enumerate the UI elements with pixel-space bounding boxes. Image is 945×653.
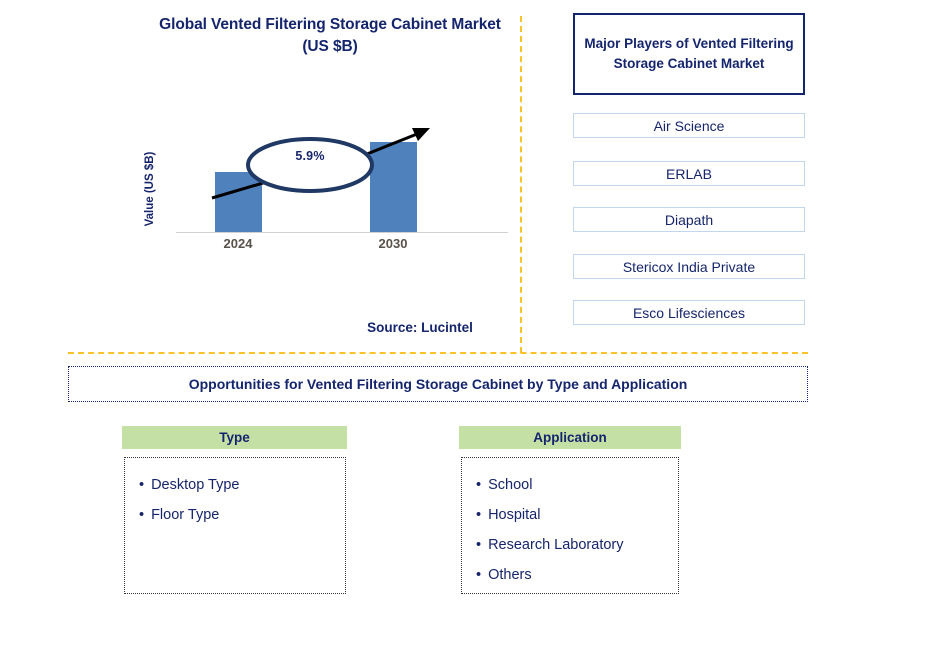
source-label: Source: Lucintel xyxy=(367,320,473,335)
list-item-label: School xyxy=(488,477,533,493)
list-item: • Research Laboratory xyxy=(476,530,664,560)
horizontal-divider xyxy=(68,352,808,354)
y-axis-label: Value (US $B) xyxy=(144,151,156,227)
opportunities-banner: Opportunities for Vented Filtering Stora… xyxy=(68,366,808,402)
bullet-icon: • xyxy=(476,477,482,493)
player-item-diapath[interactable]: Diapath xyxy=(573,207,805,232)
list-item: • Hospital xyxy=(476,500,664,530)
segment-list-type: • Desktop Type • Floor Type xyxy=(124,457,346,594)
list-item: • Others xyxy=(476,560,664,590)
cagr-callout-graphics xyxy=(211,128,430,200)
chart-title: Global Vented Filtering Storage Cabinet … xyxy=(159,16,501,55)
player-item-stericox-india-private[interactable]: Stericox India Private xyxy=(573,254,805,279)
segment-header-type: Type xyxy=(122,426,347,449)
x-tick-label-2024: 2024 xyxy=(223,236,253,251)
list-item: • Desktop Type xyxy=(139,470,331,500)
player-item-esco-lifesciences[interactable]: Esco Lifesciences xyxy=(573,300,805,325)
bullet-icon: • xyxy=(139,477,145,493)
major-players-header: Major Players of Vented Filtering Storag… xyxy=(573,13,805,95)
bullet-icon: • xyxy=(476,567,482,583)
player-item-air-science[interactable]: Air Science xyxy=(573,113,805,138)
vertical-divider xyxy=(520,16,522,353)
list-item: • Floor Type xyxy=(139,500,331,530)
list-item-label: Floor Type xyxy=(151,507,220,523)
bullet-icon: • xyxy=(476,507,482,523)
player-item-erlab[interactable]: ERLAB xyxy=(573,161,805,186)
segment-header-application: Application xyxy=(459,426,681,449)
list-item-label: Hospital xyxy=(488,507,541,523)
x-tick-label-2030: 2030 xyxy=(378,236,408,251)
list-item: • School xyxy=(476,470,664,500)
list-item-label: Desktop Type xyxy=(151,477,240,493)
list-item-label: Research Laboratory xyxy=(488,537,624,553)
bar-chart: Value (US $B) 2024 2030 5.9% xyxy=(144,110,510,260)
cagr-value-label: 5.9% xyxy=(295,149,325,163)
segment-list-application: • School • Hospital • Research Laboratory •… xyxy=(461,457,679,594)
bullet-icon: • xyxy=(476,537,482,553)
list-item-label: Others xyxy=(488,567,532,583)
bullet-icon: • xyxy=(139,507,145,523)
